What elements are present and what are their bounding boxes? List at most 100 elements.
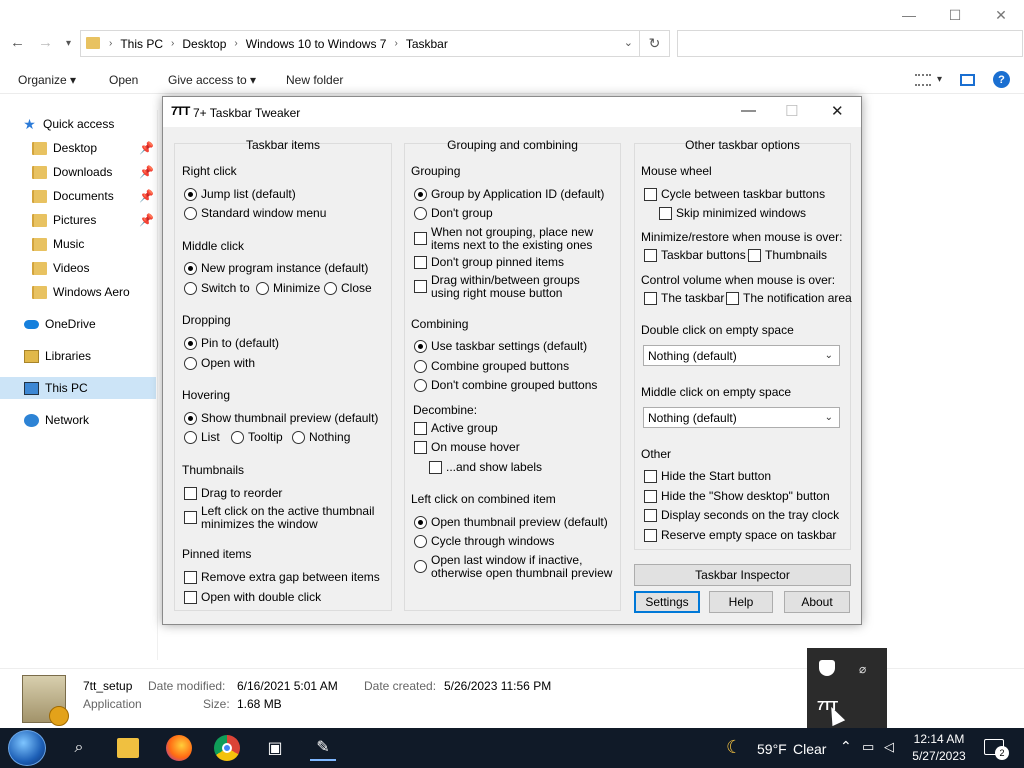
volume-icon[interactable]: ◁: [884, 739, 894, 755]
dialog-minimize-button[interactable]: —: [741, 102, 756, 119]
active-group-checkbox[interactable]: Active group: [414, 422, 498, 435]
breadcrumb-item[interactable]: This PC: [120, 37, 163, 51]
sidebar-item-documents[interactable]: Documents 📌: [32, 185, 156, 207]
sidebar-item-network[interactable]: Network: [24, 409, 156, 431]
maximize-button[interactable]: ☐: [932, 0, 978, 30]
open-double-click-checkbox[interactable]: Open with double click: [184, 591, 321, 604]
minimize-button[interactable]: —: [886, 0, 932, 30]
group-by-app-id-radio[interactable]: Group by Application ID (default): [414, 188, 604, 201]
middle-click-close-radio[interactable]: Close: [324, 282, 372, 295]
security-shield-icon[interactable]: [819, 660, 835, 676]
combine-grouped-radio[interactable]: Combine grouped buttons: [414, 360, 569, 373]
open-thumbnail-preview-radio[interactable]: Open thumbnail preview (default): [414, 516, 608, 529]
hide-start-button-checkbox[interactable]: Hide the Start button: [644, 470, 771, 483]
open-last-window-radio[interactable]: Open last window if inactive, otherwise o…: [414, 554, 612, 580]
dialog-maximize-button[interactable]: ☐: [785, 102, 798, 120]
remote-desktop-icon[interactable]: ▣: [262, 735, 288, 761]
volume-notification-area-checkbox[interactable]: The notification area: [726, 292, 852, 305]
dropping-open-with-radio[interactable]: Open with: [184, 357, 255, 370]
tray-clock[interactable]: 12:14 AM 5/27/2023: [905, 731, 973, 765]
chrome-icon[interactable]: [214, 735, 240, 761]
right-click-window-menu-radio[interactable]: Standard window menu: [184, 207, 326, 220]
breadcrumb-item[interactable]: Taskbar: [406, 37, 448, 51]
taskbar-tweaker-app-icon[interactable]: ✎: [310, 735, 336, 761]
view-options-icon[interactable]: [914, 73, 931, 86]
cycle-taskbar-buttons-checkbox[interactable]: Cycle between taskbar buttons: [644, 188, 825, 201]
sidebar-item-windows-aero[interactable]: Windows Aero: [32, 281, 156, 303]
open-button[interactable]: Open: [109, 73, 138, 87]
recent-dropdown-icon[interactable]: ▾: [66, 38, 71, 49]
address-bar[interactable]: › This PC › Desktop › Windows 10 to Wind…: [80, 30, 640, 57]
use-taskbar-settings-radio[interactable]: Use taskbar settings (default): [414, 340, 587, 353]
help-button[interactable]: Help: [709, 591, 773, 613]
close-button[interactable]: ✕: [978, 0, 1024, 30]
network-disconnected-icon[interactable]: ⌀: [859, 662, 866, 676]
weather-desc[interactable]: Clear: [793, 741, 826, 757]
drag-groups-checkbox[interactable]: Drag within/between groups using right mo…: [414, 274, 580, 300]
dont-group-radio[interactable]: Don't group: [414, 207, 493, 220]
middle-click-switch-radio[interactable]: Switch to: [184, 282, 250, 295]
sidebar-item-music[interactable]: Music: [32, 233, 156, 255]
search-icon[interactable]: ⌕: [66, 735, 92, 761]
sidebar-item-this-pc[interactable]: This PC: [0, 377, 156, 399]
new-folder-button[interactable]: New folder: [286, 73, 343, 87]
middle-click-empty-select[interactable]: Nothing (default) ⌄: [643, 407, 840, 428]
double-click-empty-select[interactable]: Nothing (default) ⌄: [643, 345, 840, 366]
dropping-pin-radio[interactable]: Pin to (default): [184, 337, 279, 350]
taskbar-buttons-checkbox[interactable]: Taskbar buttons: [644, 249, 746, 262]
sidebar-item-videos[interactable]: Videos: [32, 257, 156, 279]
cycle-windows-radio[interactable]: Cycle through windows: [414, 535, 554, 548]
weather-temp[interactable]: 59°F: [757, 741, 787, 757]
breadcrumb-item[interactable]: Windows 10 to Windows 7: [246, 37, 387, 51]
right-click-jump-list-radio[interactable]: Jump list (default): [184, 188, 296, 201]
hovering-tooltip-radio[interactable]: Tooltip: [231, 431, 283, 444]
show-labels-checkbox[interactable]: ...and show labels: [429, 461, 542, 474]
network-icon[interactable]: ▭: [862, 739, 874, 755]
reserve-space-checkbox[interactable]: Reserve empty space on taskbar: [644, 529, 836, 542]
hide-show-desktop-checkbox[interactable]: Hide the "Show desktop" button: [644, 490, 830, 503]
sidebar-item-quick-access[interactable]: ★ Quick access: [22, 113, 178, 135]
start-button[interactable]: [8, 730, 46, 766]
sidebar-item-desktop[interactable]: Desktop 📌: [32, 137, 156, 159]
breadcrumb-item[interactable]: Desktop: [182, 37, 226, 51]
sidebar-item-onedrive[interactable]: OneDrive: [24, 313, 156, 335]
left-click-minimize-checkbox[interactable]: Left click on the active thumbnail minimi…: [184, 505, 374, 531]
hovering-list-radio[interactable]: List: [184, 431, 220, 444]
firefox-icon[interactable]: [166, 735, 192, 761]
thumbnails-checkbox[interactable]: Thumbnails: [748, 249, 827, 262]
file-explorer-icon[interactable]: [115, 735, 141, 761]
dialog-close-button[interactable]: ✕: [831, 102, 844, 120]
preview-pane-icon[interactable]: [960, 73, 975, 86]
remove-gap-checkbox[interactable]: Remove extra gap between items: [184, 571, 380, 584]
folder-icon: [32, 165, 47, 179]
place-new-items-checkbox[interactable]: When not grouping, place new items next t…: [414, 226, 593, 252]
sidebar-item-pictures[interactable]: Pictures 📌: [32, 209, 156, 231]
about-button[interactable]: About: [784, 591, 850, 613]
organize-button[interactable]: Organize ▾: [18, 73, 76, 87]
display-seconds-checkbox[interactable]: Display seconds on the tray clock: [644, 509, 839, 522]
chevron-up-icon[interactable]: ⌃: [840, 738, 852, 755]
middle-click-minimize-radio[interactable]: Minimize: [256, 282, 320, 295]
forward-arrow-icon[interactable]: →: [38, 34, 53, 51]
hovering-thumbnail-radio[interactable]: Show thumbnail preview (default): [184, 412, 378, 425]
dont-group-pinned-checkbox[interactable]: Don't group pinned items: [414, 256, 564, 269]
skip-minimized-checkbox[interactable]: Skip minimized windows: [659, 207, 806, 220]
chevron-down-icon[interactable]: ▾: [937, 74, 942, 85]
on-mouse-hover-checkbox[interactable]: On mouse hover: [414, 441, 520, 454]
back-arrow-icon[interactable]: ←: [10, 34, 25, 51]
sidebar-item-libraries[interactable]: Libraries: [24, 345, 156, 367]
dont-combine-radio[interactable]: Don't combine grouped buttons: [414, 379, 597, 392]
chevron-down-icon[interactable]: ⌄: [624, 36, 633, 49]
search-input[interactable]: [677, 30, 1023, 57]
volume-taskbar-checkbox[interactable]: The taskbar: [644, 292, 724, 305]
give-access-button[interactable]: Give access to ▾: [168, 73, 256, 87]
settings-button[interactable]: Settings: [634, 591, 700, 613]
taskbar-inspector-button[interactable]: Taskbar Inspector: [634, 564, 851, 586]
middle-click-new-instance-radio[interactable]: New program instance (default): [184, 262, 368, 275]
refresh-button[interactable]: ↻: [640, 30, 670, 57]
hovering-nothing-radio[interactable]: Nothing: [292, 431, 350, 444]
help-icon[interactable]: ?: [993, 71, 1010, 88]
sidebar-item-downloads[interactable]: Downloads 📌: [32, 161, 156, 183]
taskbar-items-header: Taskbar items: [245, 138, 321, 152]
drag-reorder-checkbox[interactable]: Drag to reorder: [184, 487, 282, 500]
